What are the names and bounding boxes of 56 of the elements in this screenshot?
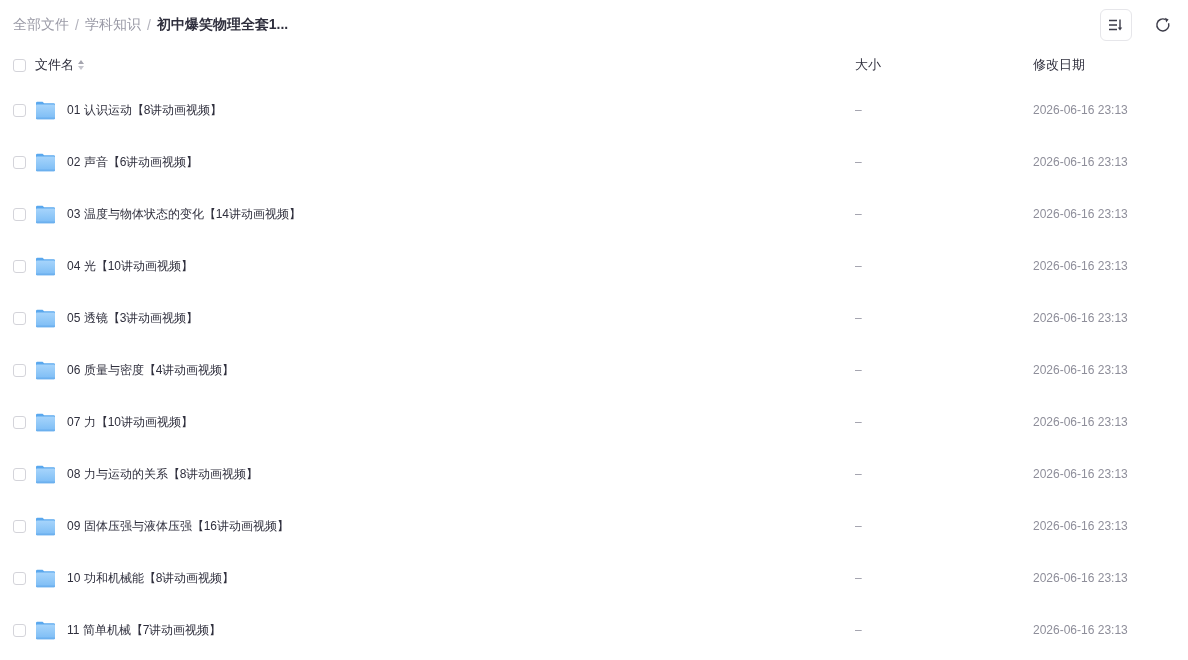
- date-cell-text: 2026-06-16 23:13: [1033, 363, 1129, 377]
- checkbox[interactable]: [13, 311, 26, 325]
- size-cell-text: –: [855, 207, 863, 221]
- refresh-icon: [1155, 17, 1171, 33]
- size-cell-text: –: [855, 311, 863, 325]
- folder-name[interactable]: 07 力【10讲动画视频】: [55, 413, 855, 431]
- date-cell-text: 2026-06-16 23:13: [1033, 623, 1129, 637]
- breadcrumb-separator: /: [75, 17, 79, 33]
- breadcrumb-separator: /: [146, 17, 151, 33]
- sort-list-icon: [1109, 19, 1123, 31]
- size-cell-text: –: [855, 415, 863, 429]
- date-cell-text: 2026-06-16 23:13: [1033, 155, 1129, 169]
- checkbox[interactable]: [13, 207, 26, 221]
- folder-name[interactable]: 06 质量与密度【4讲动画视频】: [55, 361, 855, 379]
- sort-icon[interactable]: [78, 60, 84, 70]
- breadcrumb-current: 初中爆笑物理全套1...: [156, 16, 289, 34]
- column-header[interactable]: 修改日期: [1033, 56, 1188, 74]
- folder-name[interactable]: 10 功和机械能【8讲动画视频】: [55, 569, 855, 587]
- checkbox[interactable]: [13, 155, 26, 169]
- date-cell-text: 2026-06-16 23:13: [1033, 467, 1129, 481]
- folder-name[interactable]: 01 认识运动【8讲动画视频】: [55, 101, 855, 119]
- checkbox[interactable]: [13, 363, 26, 377]
- folder-name[interactable]: 08 力与运动的关系【8讲动画视频】: [55, 465, 855, 483]
- date-cell-text: 2026-06-16 23:13: [1033, 103, 1129, 117]
- folder-name[interactable]: 05 透镜【3讲动画视频】: [55, 309, 855, 327]
- column-header[interactable]: 文件名: [35, 56, 74, 74]
- date-cell-text: 2026-06-16 23:13: [1033, 311, 1129, 325]
- date-cell-text: 2026-06-16 23:13: [1033, 571, 1129, 585]
- size-cell-text: –: [855, 571, 863, 585]
- sort-button[interactable]: [1100, 9, 1132, 41]
- date-cell-text: 2026-06-16 23:13: [1033, 519, 1129, 533]
- size-cell-text: –: [855, 467, 863, 481]
- checkbox[interactable]: [13, 259, 26, 273]
- size-cell-text: –: [855, 519, 863, 533]
- checkbox[interactable]: [13, 103, 26, 117]
- folder-name[interactable]: 09 固体压强与液体压强【16讲动画视频】: [55, 517, 855, 535]
- column-header[interactable]: 大小: [855, 56, 1033, 74]
- date-cell-text: 2026-06-16 23:13: [1033, 415, 1129, 429]
- checkbox[interactable]: [13, 519, 26, 533]
- checkbox[interactable]: [13, 571, 26, 585]
- folder-name[interactable]: 04 光【10讲动画视频】: [55, 257, 855, 275]
- date-cell-text: 2026-06-16 23:13: [1033, 207, 1129, 221]
- size-cell-text: –: [855, 103, 863, 117]
- folder-name[interactable]: 02 声音【6讲动画视频】: [55, 153, 855, 171]
- checkbox[interactable]: [13, 623, 26, 637]
- folder-name[interactable]: 03 温度与物体状态的变化【14讲动画视频】: [55, 205, 855, 223]
- checkbox[interactable]: [13, 467, 26, 481]
- size-cell-text: –: [855, 623, 863, 637]
- refresh-button[interactable]: [1154, 16, 1172, 34]
- date-cell-text: 2026-06-16 23:13: [1033, 259, 1129, 273]
- folder-name[interactable]: 11 简单机械【7讲动画视频】: [55, 621, 855, 639]
- checkbox[interactable]: [13, 58, 26, 72]
- checkbox[interactable]: [13, 415, 26, 429]
- size-cell-text: –: [855, 155, 863, 169]
- size-cell-text: –: [855, 363, 863, 377]
- size-cell-text: –: [855, 259, 863, 273]
